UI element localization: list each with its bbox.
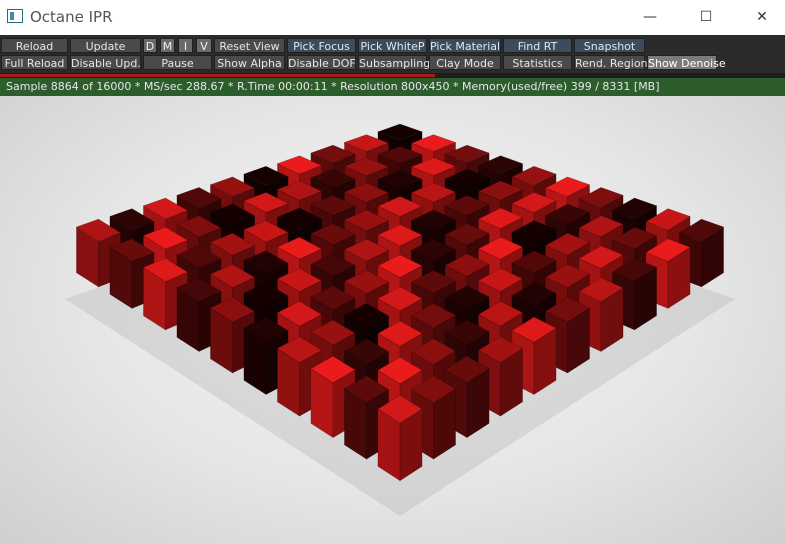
render-viewport[interactable]: [0, 96, 785, 544]
cube: [377, 394, 423, 482]
ipr-toolbar: Reload Update D M I V Reset View Pick Fo…: [0, 35, 785, 73]
pause-button[interactable]: Pause: [143, 55, 212, 70]
snapshot-button[interactable]: Snapshot: [574, 38, 645, 53]
statistics-button[interactable]: Statistics: [503, 55, 572, 70]
cube-grid-render: [65, 123, 735, 516]
toggle-v-button[interactable]: V: [196, 38, 212, 53]
render-progress-fill: [0, 74, 435, 77]
find-rt-button[interactable]: Find RT: [503, 38, 572, 53]
octane-app-icon: [7, 9, 23, 23]
render-status-bar: Sample 8864 of 16000 * MS/sec 288.67 * R…: [0, 78, 785, 96]
subsampling-button[interactable]: Subsampling: [358, 55, 430, 70]
reset-view-button[interactable]: Reset View: [214, 38, 285, 53]
minimize-button[interactable]: —: [627, 0, 673, 34]
title-bar: Octane IPR — ☐ ✕: [0, 0, 785, 34]
clay-mode-button[interactable]: Clay Mode: [429, 55, 501, 70]
render-region-button[interactable]: Rend. Region: [574, 55, 648, 70]
toggle-i-button[interactable]: I: [178, 38, 193, 53]
disable-update-button[interactable]: Disable Upd.: [70, 55, 141, 70]
toggle-m-button[interactable]: M: [160, 38, 175, 53]
toggle-d-button[interactable]: D: [143, 38, 157, 53]
maximize-button[interactable]: ☐: [683, 0, 729, 34]
reload-button[interactable]: Reload: [1, 38, 68, 53]
show-denoise-button[interactable]: Show Denoise: [647, 55, 726, 70]
disable-dof-button[interactable]: Disable DOF: [287, 55, 356, 70]
pick-material-button[interactable]: Pick Material: [429, 38, 501, 53]
full-reload-button[interactable]: Full Reload: [1, 55, 68, 70]
window-title: Octane IPR: [30, 8, 113, 26]
update-button[interactable]: Update: [70, 38, 141, 53]
pick-whitepoint-button[interactable]: Pick WhiteP: [358, 38, 427, 53]
pick-focus-button[interactable]: Pick Focus: [287, 38, 356, 53]
show-alpha-button[interactable]: Show Alpha: [214, 55, 285, 70]
close-button[interactable]: ✕: [739, 0, 785, 34]
